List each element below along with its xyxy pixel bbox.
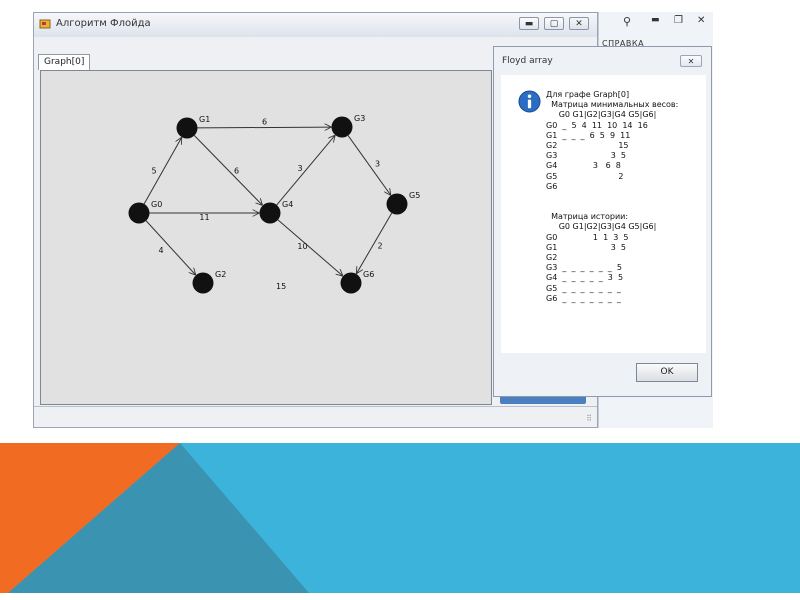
info-icon <box>518 90 541 113</box>
message-line: G5 2 <box>546 171 624 181</box>
edge-weight-label: 5 <box>151 167 156 176</box>
resize-grip[interactable]: ⠿ <box>586 414 592 423</box>
edge-g0-g1 <box>143 138 181 205</box>
message-line <box>546 192 678 202</box>
node-label: G5 <box>409 191 420 200</box>
message-line: G3 _ _ _ _ _ _ 5 <box>546 263 622 273</box>
node-g1[interactable] <box>176 117 198 139</box>
edge-weight-label: 6 <box>234 167 239 176</box>
edge-weight-label: 3 <box>297 164 302 173</box>
node-g2[interactable] <box>192 272 214 294</box>
tab-graph-0[interactable]: Graph[0] <box>38 54 91 70</box>
restore-icon[interactable]: ❐ <box>674 15 683 26</box>
edge-weight-label: 11 <box>199 213 209 222</box>
node-g3[interactable] <box>331 116 353 138</box>
message-line: G4 _ _ _ _ _ 3 5 <box>546 273 624 283</box>
node-label: G3 <box>354 114 365 123</box>
dialog-body: Для графе Graph[0] Матрица минимальных в… <box>501 75 706 353</box>
edge-g4-g6 <box>277 219 342 276</box>
message-line: Матрица минимальных весов: <box>546 100 679 110</box>
search-icon[interactable]: ⚲ <box>623 15 631 28</box>
edge-g1-g4 <box>193 135 262 205</box>
dialog-close-button[interactable]: ✕ <box>680 55 702 67</box>
message-line: G1 _ _ _ 6 5 9 11 <box>546 130 631 140</box>
edge-weight-label: 3 <box>375 160 380 169</box>
edge-weight-label: 10 <box>297 242 307 251</box>
dialog-message: Для графе Graph[0] Матрица минимальных в… <box>546 90 678 304</box>
message-line: G2 15 <box>546 140 629 150</box>
edge-g3-g5 <box>347 135 390 195</box>
message-line: G0 G1|G2|G3|G4 G5|G6| <box>546 110 657 120</box>
ok-button[interactable]: OK <box>636 363 698 382</box>
close-button[interactable]: ✕ <box>569 17 589 30</box>
node-label: G1 <box>199 115 210 124</box>
dialog-title: Floyd array <box>502 56 553 66</box>
node-g6[interactable] <box>340 272 362 294</box>
node-label: G2 <box>215 270 226 279</box>
message-line: G2 <box>546 253 558 262</box>
graph-panel: 6 5 6 11 3 3 4 10 2 G0 G1 G2 G3 G4 G5 G6 15 <box>40 70 492 405</box>
graph-canvas: 6 5 6 11 3 3 4 10 2 G0 G1 G2 G3 G4 G5 G6 15 <box>128 114 420 294</box>
node-label: G0 <box>151 200 162 209</box>
edge-g0-g2 <box>145 220 195 275</box>
title-bar: Алгоритм Флойда ▬ ▢ ✕ <box>34 13 597 37</box>
message-line <box>546 202 678 212</box>
message-line: G4 3 6 8 <box>546 161 621 171</box>
node-label: G4 <box>282 200 293 209</box>
edge-weight-label: 2 <box>377 242 382 251</box>
node-label: G6 <box>363 270 374 279</box>
node-g5[interactable] <box>386 193 408 215</box>
message-line: G0 1 1 3 5 <box>546 232 629 242</box>
edge-g4-g3 <box>276 136 335 206</box>
floyd-dialog: Floyd array ✕ Для графе Graph[0] Матрица… <box>493 46 712 397</box>
message-line: G6 _ _ _ _ _ _ _ <box>546 293 621 303</box>
edge-g1-g3 <box>197 127 330 128</box>
node-g0[interactable] <box>128 202 150 224</box>
maximize-button[interactable]: ▢ <box>544 17 564 30</box>
minimize-button[interactable]: ▬ <box>519 17 539 30</box>
message-line: G3 3 5 <box>546 151 626 161</box>
edge-weight-label: 4 <box>158 246 163 255</box>
free-weight-label: 15 <box>276 282 286 291</box>
message-line: G5 _ _ _ _ _ _ _ <box>546 283 621 293</box>
message-line: G0 G1|G2|G3|G4 G5|G6| <box>546 222 657 232</box>
close-icon[interactable]: ✕ <box>697 15 705 26</box>
message-line: G0 _ 5 4 11 10 14 16 <box>546 120 648 130</box>
message-line: Матрица истории: <box>546 212 629 222</box>
app-icon <box>39 19 51 29</box>
status-bar: ⠿ <box>34 406 597 427</box>
message-line: G1 3 5 <box>546 242 626 252</box>
window-title: Алгоритм Флойда <box>56 18 151 29</box>
hidden-button-edge <box>500 397 586 404</box>
sidebar-toolbar: ⚲ ▬ ❐ ✕ <box>599 12 713 36</box>
message-line: G6 <box>546 181 558 191</box>
message-line: Для графе Graph[0] <box>546 90 630 99</box>
edge-weight-label: 6 <box>262 118 267 127</box>
minimize-icon[interactable]: ▬ <box>651 15 660 25</box>
node-g4[interactable] <box>259 202 281 224</box>
edge-g5-g6 <box>357 212 393 273</box>
